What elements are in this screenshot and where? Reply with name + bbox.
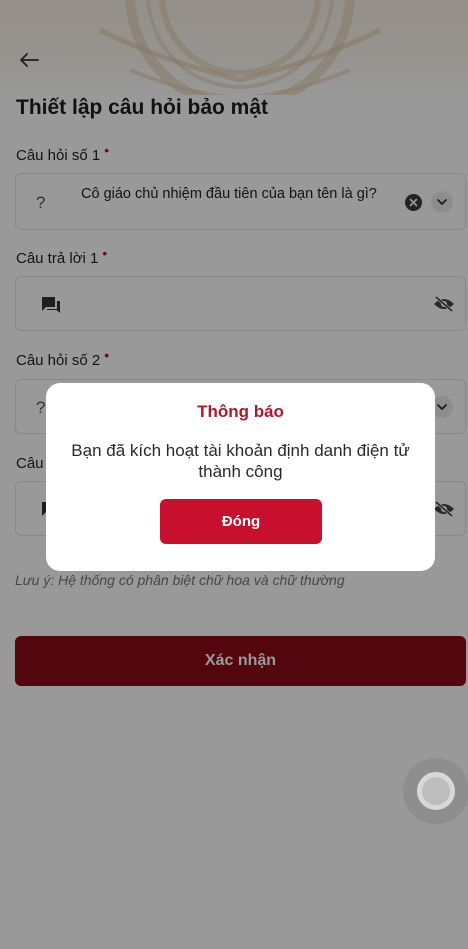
assistive-touch-icon xyxy=(417,772,455,810)
screen: Thiết lập câu hỏi bảo mật Câu hỏi số 1 • … xyxy=(0,0,468,949)
close-button[interactable]: Đóng xyxy=(160,499,322,544)
dialog-message: Bạn đã kích hoạt tài khoản định danh điệ… xyxy=(71,441,410,481)
dialog-title: Thông báo xyxy=(197,402,284,421)
notification-dialog: Thông báo Bạn đã kích hoạt tài khoản địn… xyxy=(46,383,435,571)
assistive-touch-button[interactable] xyxy=(403,758,468,824)
